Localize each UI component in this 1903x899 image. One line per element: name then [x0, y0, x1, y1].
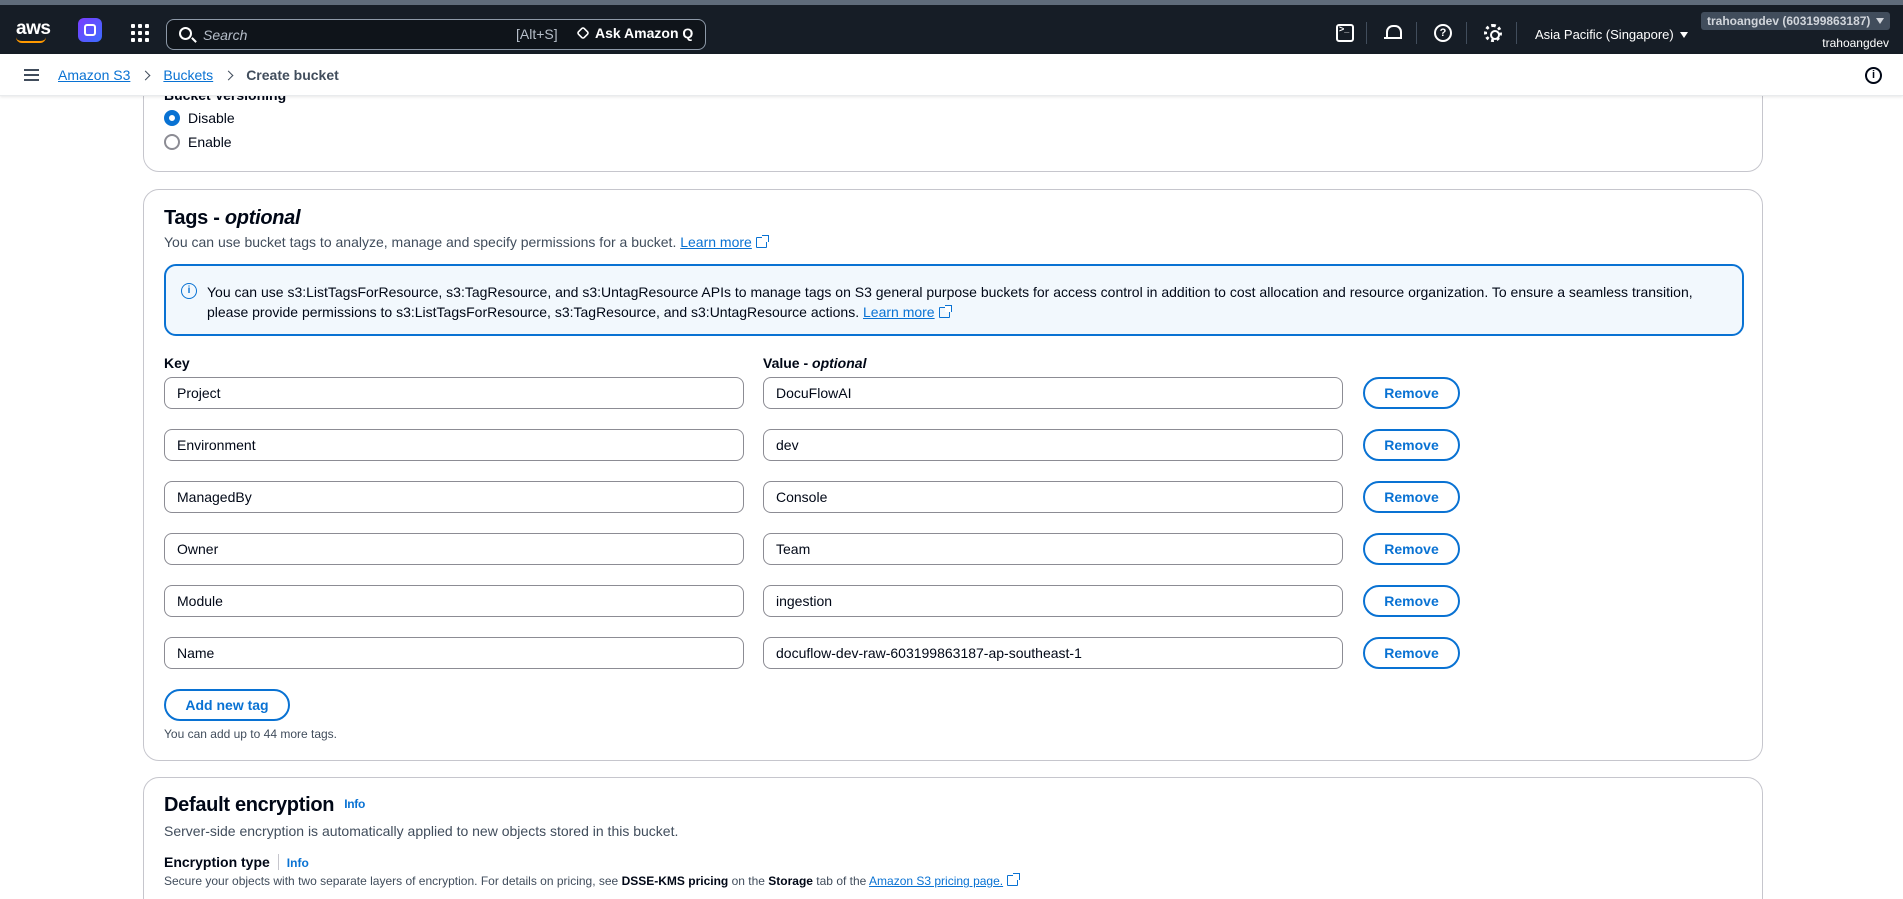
external-link-icon [938, 305, 952, 318]
remove-tag-button[interactable]: Remove [1363, 429, 1460, 461]
gear-icon[interactable] [1484, 24, 1502, 42]
breadcrumb-bar: Amazon S3 Buckets Create bucket i [0, 54, 1903, 96]
tag-key-input[interactable] [164, 481, 744, 513]
remove-tag-button[interactable]: Remove [1363, 377, 1460, 409]
breadcrumb-buckets[interactable]: Buckets [163, 67, 213, 83]
menu-icon[interactable] [24, 69, 39, 81]
encryption-title: Default encryption Info [164, 794, 365, 816]
value-column-header: Value - optional [763, 355, 867, 371]
bell-icon[interactable] [1384, 24, 1402, 42]
remove-tag-button[interactable]: Remove [1363, 533, 1460, 565]
radio-disable[interactable]: Disable [164, 110, 235, 126]
info-panel-icon[interactable]: i [1865, 67, 1882, 84]
encryption-type-info-link[interactable]: Info [287, 856, 309, 870]
remove-tag-button[interactable]: Remove [1363, 637, 1460, 669]
tag-value-input[interactable] [763, 585, 1343, 617]
tag-key-input[interactable] [164, 585, 744, 617]
chevron-right-icon [223, 70, 234, 80]
caret-down-icon [1876, 18, 1885, 24]
encryption-container: Default encryption Info Server-side encry… [143, 777, 1763, 899]
alert-text: You can use s3:ListTagsForResource, s3:T… [207, 284, 1693, 320]
tag-key-input[interactable] [164, 377, 744, 409]
search-shortcut: [Alt+S] [516, 26, 558, 42]
radio-button[interactable] [164, 134, 180, 150]
tag-value-input[interactable] [763, 377, 1343, 409]
tags-description: You can use bucket tags to analyze, mana… [164, 234, 769, 250]
encryption-type-description: Secure your objects with two separate la… [164, 873, 1021, 888]
search-bar[interactable]: [Alt+S] Ask Amazon Q [166, 19, 706, 50]
account-menu[interactable]: trahoangdev (603199863187) [1701, 12, 1891, 30]
tag-limit-text: You can add up to 44 more tags. [164, 727, 338, 741]
breadcrumb: Amazon S3 Buckets Create bucket [58, 67, 339, 83]
top-navigation: aws [Alt+S] Ask Amazon Q ? Asia Pacific … [0, 0, 1903, 54]
chevron-right-icon [140, 70, 151, 80]
tag-value-input[interactable] [763, 637, 1343, 669]
cloudshell-icon[interactable] [1336, 24, 1354, 42]
aws-logo[interactable]: aws [16, 18, 51, 43]
ask-amazon-q-button[interactable]: Ask Amazon Q [576, 25, 693, 41]
encryption-type-label: Encryption type Info [164, 854, 309, 870]
radio-enable[interactable]: Enable [164, 134, 232, 150]
external-link-icon [755, 235, 769, 248]
search-icon [179, 27, 192, 40]
search-input[interactable] [203, 24, 523, 46]
caret-down-icon [1679, 32, 1688, 38]
user-name: trahoangdev [1822, 36, 1889, 50]
tag-value-input[interactable] [763, 533, 1343, 565]
alert-learn-more-link[interactable]: Learn more [863, 304, 952, 320]
tag-key-input[interactable] [164, 429, 744, 461]
services-grid-icon[interactable] [131, 24, 149, 42]
s3-pricing-link[interactable]: Amazon S3 pricing page. [869, 873, 1021, 888]
tag-value-input[interactable] [763, 429, 1343, 461]
radio-button-selected[interactable] [164, 110, 180, 126]
external-link-icon [1007, 873, 1021, 886]
tags-container: Tags - optional You can use bucket tags … [143, 189, 1763, 761]
info-alert: i You can use s3:ListTagsForResource, s3… [164, 264, 1744, 336]
encryption-info-link[interactable]: Info [344, 797, 365, 811]
breadcrumb-amazon-s3[interactable]: Amazon S3 [58, 67, 130, 83]
remove-tag-button[interactable]: Remove [1363, 585, 1460, 617]
add-new-tag-button[interactable]: Add new tag [164, 689, 290, 721]
breadcrumb-current: Create bucket [246, 67, 339, 83]
tag-key-input[interactable] [164, 533, 744, 565]
learn-more-link[interactable]: Learn more [680, 234, 769, 250]
tags-title: Tags - optional [164, 207, 301, 229]
tag-key-input[interactable] [164, 637, 744, 669]
info-icon: i [181, 283, 197, 299]
amazon-q-icon[interactable] [78, 18, 102, 42]
encryption-description: Server-side encryption is automatically … [164, 823, 679, 839]
remove-tag-button[interactable]: Remove [1363, 481, 1460, 513]
tag-value-input[interactable] [763, 481, 1343, 513]
help-icon[interactable]: ? [1434, 24, 1452, 42]
region-selector[interactable]: Asia Pacific (Singapore) [1535, 27, 1688, 42]
key-column-header: Key [164, 355, 190, 371]
amazon-q-hex-icon [576, 26, 590, 40]
